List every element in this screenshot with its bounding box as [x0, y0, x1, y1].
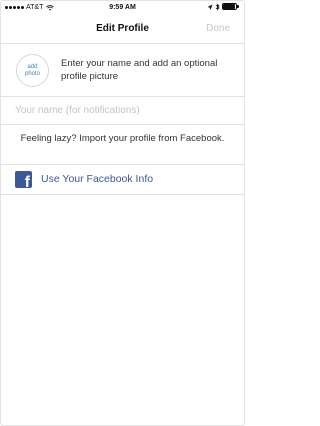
- add-photo-label-line1: add: [27, 63, 38, 70]
- edit-profile-screen: AT&T 9:59 AM Edit Profile Done add photo…: [0, 0, 245, 426]
- name-input[interactable]: [15, 102, 235, 118]
- name-field-row: [1, 97, 244, 125]
- done-button[interactable]: Done: [206, 23, 230, 34]
- battery-icon: [222, 3, 240, 11]
- import-prompt: Feeling lazy? Import your profile from F…: [20, 133, 225, 144]
- bluetooth-icon: [215, 3, 220, 11]
- status-bar: AT&T 9:59 AM: [1, 1, 244, 15]
- location-arrow-icon: [207, 4, 213, 10]
- profile-header-row: add photo Enter your name and add an opt…: [1, 44, 244, 97]
- facebook-logo-icon: f: [15, 171, 32, 188]
- profile-instructions: Enter your name and add an optional prof…: [61, 58, 218, 82]
- status-right: [207, 3, 240, 11]
- add-photo-button[interactable]: add photo: [16, 54, 49, 87]
- add-photo-label-line2: photo: [24, 70, 40, 77]
- facebook-button-label: Use Your Facebook Info: [41, 173, 154, 185]
- use-facebook-info-button[interactable]: f Use Your Facebook Info: [1, 164, 244, 195]
- navigation-bar: Edit Profile Done: [1, 15, 244, 44]
